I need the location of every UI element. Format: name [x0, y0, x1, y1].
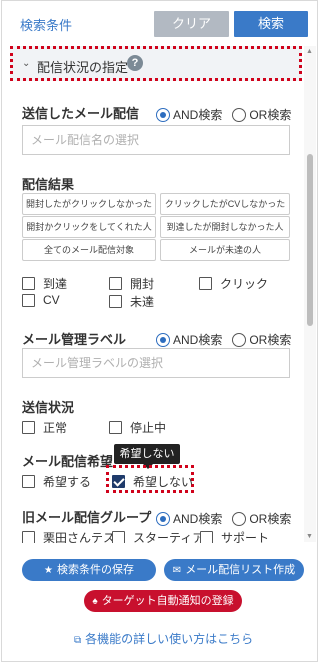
checkbox[interactable]: [112, 531, 125, 543]
checkbox[interactable]: [109, 295, 122, 308]
mail-icon: ✉: [172, 565, 182, 576]
checkbox-label: 開封: [130, 277, 155, 291]
checkbox[interactable]: [22, 475, 35, 488]
save-conditions-label: 検索条件の保存: [56, 564, 134, 576]
section-title: 配信状況の指定: [37, 60, 129, 75]
checkbox-label: 正常: [43, 421, 68, 435]
help-link-label: 各機能の詳しい使い方はこちら: [85, 632, 254, 646]
and-radio-label: AND検索: [173, 512, 223, 526]
checkbox-clicked[interactable]: クリック: [199, 275, 268, 292]
checkbox-wish-no[interactable]: 希望しない: [112, 473, 193, 490]
checkbox-group-1[interactable]: 栗田さんテス: [22, 531, 115, 543]
search-button[interactable]: 検索: [234, 11, 308, 37]
checkbox-cv[interactable]: CV: [22, 293, 60, 307]
filter-pill[interactable]: メールが未達の人: [160, 239, 290, 261]
external-link-icon: ⧉: [74, 635, 82, 646]
and-radio[interactable]: [156, 107, 170, 122]
or-radio[interactable]: [232, 107, 247, 122]
star-icon: ★: [44, 565, 53, 576]
checkbox-label: スターティア: [133, 531, 205, 543]
checkbox-label: CV: [43, 293, 60, 307]
panel-footer: ★ 検索条件の保存 ✉ メール配信リスト作成 ♠ ターゲット自動通知の登録 ⧉ 各機能の…: [2, 546, 317, 661]
scroll-down-arrow-icon[interactable]: ▼: [306, 533, 313, 540]
checkbox[interactable]: [22, 293, 35, 307]
or-radio[interactable]: [232, 511, 247, 526]
help-icon[interactable]: ?: [127, 55, 143, 71]
and-radio-label: AND検索: [173, 108, 223, 122]
checkbox[interactable]: [199, 277, 212, 290]
checkbox-normal[interactable]: 正常: [22, 419, 67, 436]
or-radio-label: OR検索: [249, 512, 292, 526]
checkbox-label: 停止中: [130, 421, 167, 435]
checkbox-label: 希望しない: [133, 475, 194, 489]
filter-pill[interactable]: 開封したがクリックしなかった人: [22, 193, 156, 229]
and-radio-label: AND検索: [173, 333, 223, 347]
checkbox-reached[interactable]: 到達: [22, 275, 67, 292]
checkbox-undelivered[interactable]: 未達: [109, 293, 154, 310]
old-group-radio-group: AND検索 OR検索: [156, 510, 301, 527]
checkbox-label: サポート: [221, 531, 270, 543]
or-radio[interactable]: [232, 332, 247, 347]
checkbox-stopped[interactable]: 停止中: [109, 419, 166, 436]
filter-pill[interactable]: 全てのメール配信対象: [22, 239, 156, 261]
filter-pill[interactable]: 開封かクリックをしてくれた人: [22, 216, 156, 238]
mail-label-select[interactable]: [22, 348, 290, 378]
and-radio[interactable]: [156, 332, 170, 347]
create-list-button[interactable]: ✉ メール配信リスト作成: [164, 559, 304, 581]
checkbox-label: クリック: [220, 277, 269, 291]
tooltip: 希望しない: [114, 444, 180, 469]
checkbox-label: 未達: [130, 295, 155, 309]
panel-header: 検索条件 クリア 検索: [2, 1, 317, 45]
checkbox[interactable]: [109, 421, 122, 434]
register-notification-button[interactable]: ♠ ターゲット自動通知の登録: [84, 590, 242, 612]
save-conditions-button[interactable]: ★ 検索条件の保存: [22, 559, 156, 581]
old-group-label: 旧メール配信グループ: [22, 510, 152, 525]
scroll-up-arrow-icon[interactable]: ▲: [306, 48, 313, 55]
checkbox-checked[interactable]: [112, 475, 125, 488]
clear-button[interactable]: クリア: [154, 11, 229, 37]
send-status-label: 送信状況: [22, 400, 75, 415]
checkbox-label: 到達: [43, 277, 68, 291]
delivery-wish-label: メール配信希望: [22, 454, 114, 469]
or-radio-label: OR検索: [249, 108, 292, 122]
checkbox-opened[interactable]: 開封: [109, 275, 154, 292]
person-add-icon: ♠: [92, 596, 98, 607]
mail-delivery-select[interactable]: [22, 125, 290, 155]
checkbox-wish-yes[interactable]: 希望する: [22, 473, 91, 490]
result-label: 配信結果: [22, 177, 75, 192]
checkbox-label: 栗田さんテス: [43, 531, 116, 543]
scrollbar[interactable]: ▲ ▼: [304, 46, 316, 542]
checkbox[interactable]: [22, 277, 35, 290]
sent-mail-radio-group: AND検索 OR検索: [156, 106, 301, 123]
sent-mail-label: 送信したメール配信: [22, 106, 140, 121]
or-radio-label: OR検索: [249, 333, 292, 347]
section-toggle-delivery-status[interactable]: ⌄ 配信状況の指定 ?: [10, 46, 302, 81]
panel-title: 検索条件: [20, 18, 73, 33]
filter-pill[interactable]: クリックしたがCVしなかった人: [160, 193, 290, 229]
checkbox[interactable]: [109, 277, 122, 290]
and-radio[interactable]: [156, 511, 170, 526]
checkbox-group-2[interactable]: スターティア: [112, 531, 204, 543]
scrollbar-thumb[interactable]: [307, 154, 313, 326]
mail-label-mgmt-label: メール管理ラベル: [22, 332, 127, 347]
checkbox-group-3[interactable]: サポート: [200, 531, 269, 543]
checkbox[interactable]: [200, 531, 213, 543]
chevron-down-icon: ⌄: [22, 58, 31, 69]
search-panel: 検索条件 クリア 検索 ⌄ 配信状況の指定 ? ▲ ▼ 送信したメール配信 AN…: [1, 0, 318, 662]
create-list-label: メール配信リスト作成: [185, 564, 296, 576]
checkbox[interactable]: [22, 421, 35, 434]
checkbox-label: 希望する: [43, 475, 92, 489]
filter-pill[interactable]: 到達したが開封しなかった人: [160, 216, 290, 238]
label-mgmt-radio-group: AND検索 OR検索: [156, 331, 301, 348]
help-link[interactable]: ⧉ 各機能の詳しい使い方はこちら: [74, 630, 253, 647]
checkbox[interactable]: [22, 531, 35, 543]
register-notification-label: ターゲット自動通知の登録: [101, 595, 234, 607]
